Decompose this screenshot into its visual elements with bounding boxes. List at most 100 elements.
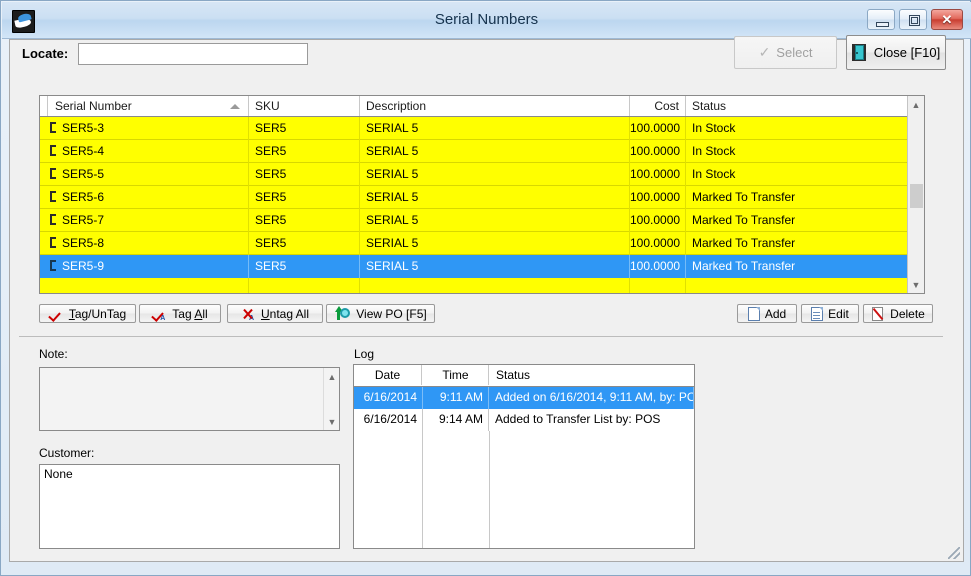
locate-label: Locate: (22, 46, 69, 61)
cell-cost: 100.0000 (630, 163, 686, 186)
cell-sku: SER5 (249, 140, 360, 163)
locate-input[interactable] (78, 43, 308, 65)
log-body: 6/16/2014 9:11 AM Added on 6/16/2014, 9:11… (354, 387, 694, 431)
cell-sku: SER5 (249, 186, 360, 209)
cell-status: Marked To Transfer (686, 255, 909, 278)
panel-divider (19, 336, 943, 337)
view-po-button[interactable]: View PO [F5] (326, 304, 435, 323)
cell-description: SERIAL 5 (360, 255, 630, 278)
cell-cost: 100.0000 (630, 140, 686, 163)
tag-untag-button[interactable]: Tag/UnTag (39, 304, 136, 323)
log-header-date: Date (354, 365, 422, 385)
serial-number-text: SER5-9 (62, 259, 105, 273)
cell-serial: SER5-5 (40, 163, 249, 186)
minimize-button[interactable] (867, 9, 895, 30)
note-scrollbar[interactable]: ▲ ▼ (323, 368, 339, 430)
grid-header-tag (40, 96, 48, 116)
document-add-icon (747, 306, 760, 321)
cell-empty (630, 278, 686, 293)
note-textarea[interactable]: ▲ ▼ (39, 367, 340, 431)
window-controls: ✕ (867, 9, 963, 30)
cell-description: SERIAL 5 (360, 117, 630, 140)
tag-checkbox[interactable] (50, 145, 56, 156)
resize-grip[interactable] (948, 547, 960, 559)
red-check-icon (49, 307, 64, 321)
table-row[interactable]: SER5-9 SER5 SERIAL 5 100.0000 Marked To Tran… (40, 255, 909, 278)
tag-checkbox[interactable] (50, 191, 56, 202)
grid-header-row: Serial Number SKU Description Cost Statu… (40, 96, 909, 117)
log-label: Log (354, 347, 375, 361)
cell-sku: SER5 (249, 255, 360, 278)
untag-all-button[interactable]: A Untag All (227, 304, 323, 323)
table-row[interactable]: SER5-4 SER5 SERIAL 5 100.0000 In Stock (40, 140, 909, 163)
customer-label: Customer: (39, 446, 95, 460)
grid-body: SER5-3 SER5 SERIAL 5 100.0000 In Stock SER5-4… (40, 117, 909, 293)
grid-vertical-scrollbar[interactable]: ▲ ▼ (907, 96, 924, 293)
cell-serial: SER5-3 (40, 117, 249, 140)
table-row[interactable]: SER5-7 SER5 SERIAL 5 100.0000 Marked To Tran… (40, 209, 909, 232)
cell-sku: SER5 (249, 209, 360, 232)
cell-empty (686, 278, 909, 293)
serial-number-text: SER5-6 (62, 190, 105, 204)
log-empty-area (354, 431, 694, 548)
magnifier-po-icon (334, 306, 351, 321)
grid-header-description[interactable]: Description (360, 96, 630, 116)
list-item[interactable]: 6/16/2014 9:11 AM Added on 6/16/2014, 9:11… (354, 387, 694, 409)
sort-ascending-icon (230, 104, 240, 109)
view-po-label: View PO [F5] (356, 306, 427, 321)
tag-checkbox[interactable] (50, 237, 56, 248)
table-row[interactable]: SER5-6 SER5 SERIAL 5 100.0000 Marked To Tran… (40, 186, 909, 209)
cell-status: In Stock (692, 167, 736, 181)
door-exit-icon (851, 44, 866, 61)
note-scroll-down-icon[interactable]: ▼ (324, 413, 340, 430)
grid-header-status[interactable]: Status (686, 96, 909, 116)
note-scroll-up-icon[interactable]: ▲ (324, 368, 340, 385)
tag-all-label: Tag All (172, 306, 208, 321)
delete-button[interactable]: Delete (863, 304, 933, 323)
log-grid[interactable]: Date Time Status 6/16/2014 9:11 AM Added o… (353, 364, 695, 549)
close-f10-button[interactable]: Close [F10] (846, 35, 946, 70)
log-cell-time: 9:11 AM (423, 387, 489, 409)
edit-button[interactable]: Edit (801, 304, 859, 323)
maximize-icon (909, 15, 920, 26)
cell-description: SERIAL 5 (360, 209, 630, 232)
tag-checkbox[interactable] (50, 122, 56, 133)
cell-status: Marked To Transfer (692, 213, 796, 227)
document-edit-icon (811, 306, 824, 321)
table-row[interactable]: SER5-3 SER5 SERIAL 5 100.0000 In Stock (40, 117, 909, 140)
add-label: Add (764, 306, 787, 321)
add-button[interactable]: Add (737, 304, 797, 323)
minimize-icon (876, 22, 889, 27)
edit-label: Edit (828, 306, 849, 321)
cell-sku: SER5 (249, 163, 360, 186)
scrollbar-thumb[interactable] (910, 184, 923, 208)
tag-untag-label: Tag/UnTag (68, 306, 127, 321)
tag-checkbox[interactable] (50, 214, 56, 225)
close-f10-label: Close [F10] (873, 45, 941, 60)
maximize-button[interactable] (899, 9, 927, 30)
grid-header-cost[interactable]: Cost (630, 96, 686, 116)
select-button[interactable]: ✓ Select (734, 36, 837, 69)
log-cell-date: 6/16/2014 (354, 409, 423, 431)
grid-header-serial-number[interactable]: Serial Number (49, 96, 249, 116)
customer-value: None (39, 464, 340, 549)
table-row[interactable]: SER5-8 SER5 SERIAL 5 100.0000 Marked To Tran… (40, 232, 909, 255)
scroll-up-icon[interactable]: ▲ (908, 96, 924, 113)
grid-header-sku[interactable]: SKU (249, 96, 360, 116)
cell-sku: SER5 (249, 232, 360, 255)
tag-checkbox[interactable] (50, 168, 56, 179)
tag-checkbox[interactable] (50, 260, 56, 271)
note-label: Note: (39, 347, 68, 361)
delete-label: Delete (890, 306, 925, 321)
document-delete-icon (871, 306, 885, 321)
cell-cost: 100.0000 (630, 209, 686, 232)
list-item[interactable]: 6/16/2014 9:14 AM Added to Transfer List b… (354, 409, 694, 431)
cell-sku: SER5 (249, 117, 360, 140)
table-row[interactable]: SER5-5 SER5 SERIAL 5 100.0000 In Stock (40, 163, 909, 186)
red-check-all-icon: A (152, 307, 167, 322)
serial-number-text: SER5-5 (62, 167, 105, 181)
scroll-down-icon[interactable]: ▼ (908, 276, 924, 293)
close-button[interactable]: ✕ (931, 9, 963, 30)
serial-numbers-grid[interactable]: Serial Number SKU Description Cost Statu… (39, 95, 925, 294)
tag-all-button[interactable]: A Tag All (139, 304, 221, 323)
